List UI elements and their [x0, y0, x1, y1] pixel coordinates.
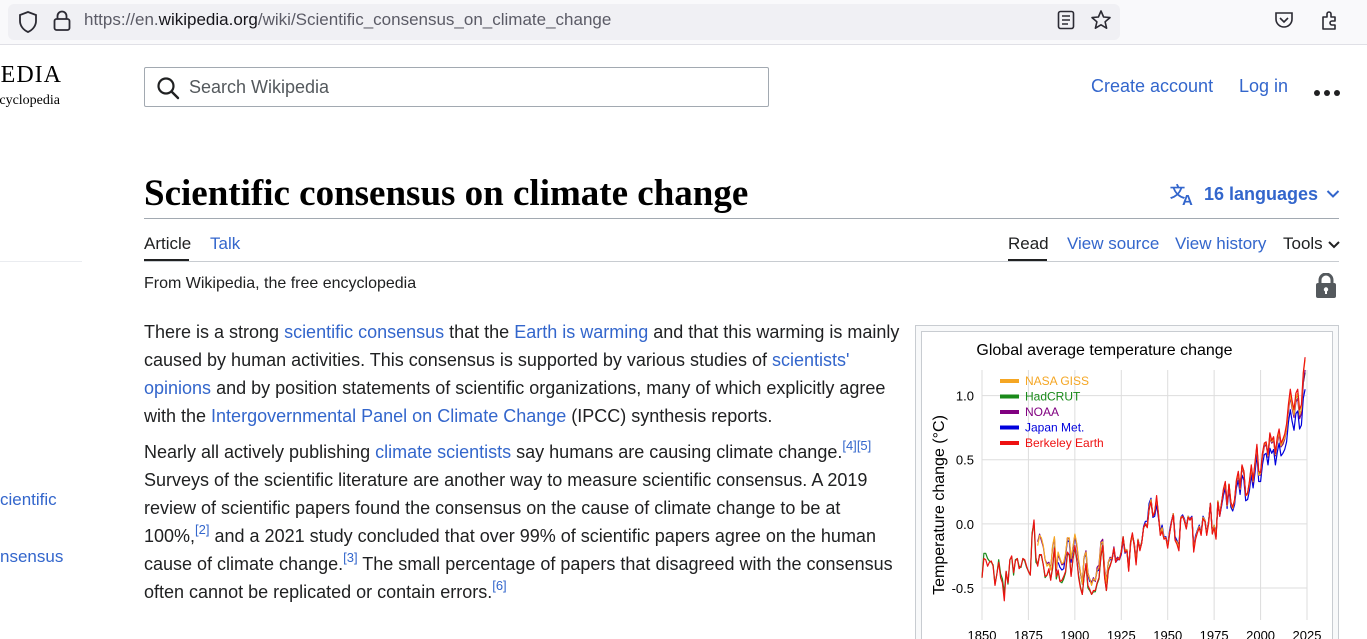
translate-icon: 文A — [1170, 182, 1196, 206]
x-tick-label: 1850 — [968, 628, 997, 639]
legend-label: HadCRUT — [1025, 390, 1081, 404]
legend-label: NASA GISS — [1025, 374, 1089, 388]
tab-talk[interactable]: Talk — [210, 234, 240, 254]
language-selector[interactable]: 文A 16 languages — [1170, 180, 1340, 208]
shield-icon[interactable] — [18, 11, 38, 33]
citation-3[interactable]: [3] — [343, 550, 357, 565]
site-tagline: From Wikipedia, the free encyclopedia — [144, 275, 417, 292]
lock-icon[interactable] — [52, 10, 72, 32]
tabs-divider — [144, 261, 1339, 262]
x-tick-label: 1925 — [1107, 628, 1136, 639]
extensions-icon[interactable] — [1319, 9, 1341, 31]
y-tick-label: 0.0 — [956, 517, 974, 532]
tools-label: Tools — [1283, 234, 1323, 253]
search-box[interactable] — [144, 67, 769, 107]
chart-frame[interactable]: Global average temperature change 1850 187… — [921, 331, 1333, 639]
tab-view-source[interactable]: View source — [1067, 234, 1159, 254]
citation-4[interactable]: [4] — [842, 438, 856, 453]
y-tick-label: 1.0 — [956, 389, 974, 404]
url-text[interactable]: https://en.wikipedia.org/wiki/Scientific… — [84, 10, 611, 30]
link-scientific-consensus[interactable]: scientific consensus — [284, 322, 444, 342]
infobox-figure: Global average temperature change 1850 187… — [915, 325, 1339, 639]
tools-menu[interactable]: Tools — [1283, 234, 1340, 254]
log-in-link[interactable]: Log in — [1239, 76, 1288, 97]
link-earth-is-warming[interactable]: Earth is warming — [514, 322, 648, 342]
citation-5[interactable]: [5] — [857, 438, 871, 453]
series-line-japan-met- — [1057, 389, 1306, 585]
y-tick-label: 0.5 — [956, 453, 974, 468]
link-climate-scientists[interactable]: climate scientists — [375, 442, 511, 462]
search-input[interactable] — [189, 75, 749, 99]
create-account-link[interactable]: Create account — [1091, 76, 1213, 97]
svg-text:A: A — [1182, 192, 1193, 206]
legend-label: Japan Met. — [1025, 421, 1084, 435]
citation-2[interactable]: [2] — [195, 522, 209, 537]
languages-label: 16 languages — [1204, 183, 1319, 204]
intro-paragraph-1: There is a strong scientific consensus t… — [144, 322, 900, 426]
intro-paragraph-2: Nearly all actively publishing climate s… — [144, 438, 893, 602]
link-scientists-opinions[interactable]: scientists' — [772, 350, 849, 370]
x-tick-label: 1875 — [1014, 628, 1043, 639]
x-tick-label: 1975 — [1200, 628, 1229, 639]
legend-label: NOAA — [1025, 405, 1059, 419]
more-options-icon[interactable] — [1313, 84, 1341, 96]
chevron-down-icon — [1327, 240, 1340, 249]
toc-item-consensus[interactable]: nsensus — [0, 547, 63, 567]
citation-6[interactable]: [6] — [492, 578, 506, 593]
x-tick-label: 1950 — [1153, 628, 1182, 639]
link-ipcc[interactable]: Intergovernmental Panel on Climate Chang… — [211, 406, 566, 426]
chevron-down-icon — [1326, 189, 1340, 199]
page-title: Scientific consensus on climate change — [144, 173, 749, 214]
link-opinions[interactable]: opinions — [144, 378, 211, 398]
protected-page-lock-icon[interactable] — [1315, 272, 1337, 304]
tab-read[interactable]: Read — [1008, 234, 1049, 254]
tab-article[interactable]: Article — [144, 234, 191, 254]
x-tick-label: 2025 — [1293, 628, 1322, 639]
y-tick-label: -0.5 — [952, 581, 974, 596]
bookmark-star-icon[interactable] — [1090, 9, 1112, 31]
sidebar-divider — [0, 261, 82, 262]
x-tick-label: 2000 — [1246, 628, 1275, 639]
pocket-icon[interactable] — [1274, 10, 1294, 30]
tab-view-history[interactable]: View history — [1175, 234, 1266, 254]
search-icon[interactable] — [156, 76, 180, 105]
toc-item-scientific[interactable]: cientific — [0, 490, 57, 510]
browser-toolbar: https://en.wikipedia.org/wiki/Scientific… — [0, 0, 1367, 45]
wikipedia-logo[interactable]: EDIA cyclopedia — [0, 62, 80, 114]
logo-tagline: cyclopedia — [0, 93, 60, 108]
temperature-chart: Global average temperature change 1850 187… — [931, 342, 1322, 639]
chart-title: Global average temperature change — [976, 342, 1232, 359]
reader-view-icon[interactable] — [1057, 10, 1075, 30]
logo-wordmark: EDIA — [0, 62, 62, 88]
legend-label: Berkeley Earth — [1025, 436, 1104, 450]
x-tick-label: 1900 — [1060, 628, 1089, 639]
title-divider — [144, 218, 1339, 219]
y-axis-label: Temperature change (°C) — [931, 415, 948, 595]
